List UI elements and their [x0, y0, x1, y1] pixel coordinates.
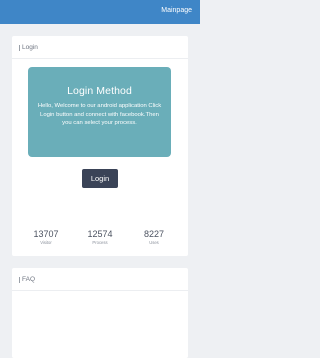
section-marker-icon [19, 44, 20, 51]
hero-title: Login Method [67, 85, 132, 97]
faq-section-header: FAQ [19, 276, 35, 283]
stat-uses: 8227 Uses [129, 229, 179, 245]
stat-value: 13707 [33, 229, 59, 239]
stat-label: Uses [149, 240, 159, 245]
login-section-title: Login [22, 44, 38, 51]
stat-label: Visitor [40, 240, 52, 245]
login-method-panel: Login Method Hello, Welcome to our andro… [28, 67, 171, 157]
divider [12, 290, 188, 291]
stat-process: 12574 Process [75, 229, 125, 245]
stat-value: 12574 [87, 229, 113, 239]
faq-card: FAQ [12, 268, 188, 358]
faq-section-title: FAQ [22, 276, 36, 283]
login-section-header: Login [19, 44, 38, 51]
stat-visitor: 13707 Visitor [21, 229, 71, 245]
top-navbar: Mainpage [0, 0, 200, 24]
mainpage-link[interactable]: Mainpage [161, 7, 192, 14]
divider [12, 58, 188, 59]
hero-description: Hello, Welcome to our android applicatio… [37, 103, 162, 126]
stat-value: 8227 [143, 229, 165, 239]
login-button[interactable]: Login [82, 169, 118, 188]
login-card: Login Login Method Hello, Welcome to our… [12, 36, 188, 256]
section-marker-icon [19, 276, 20, 283]
stat-label: Process [92, 240, 108, 245]
